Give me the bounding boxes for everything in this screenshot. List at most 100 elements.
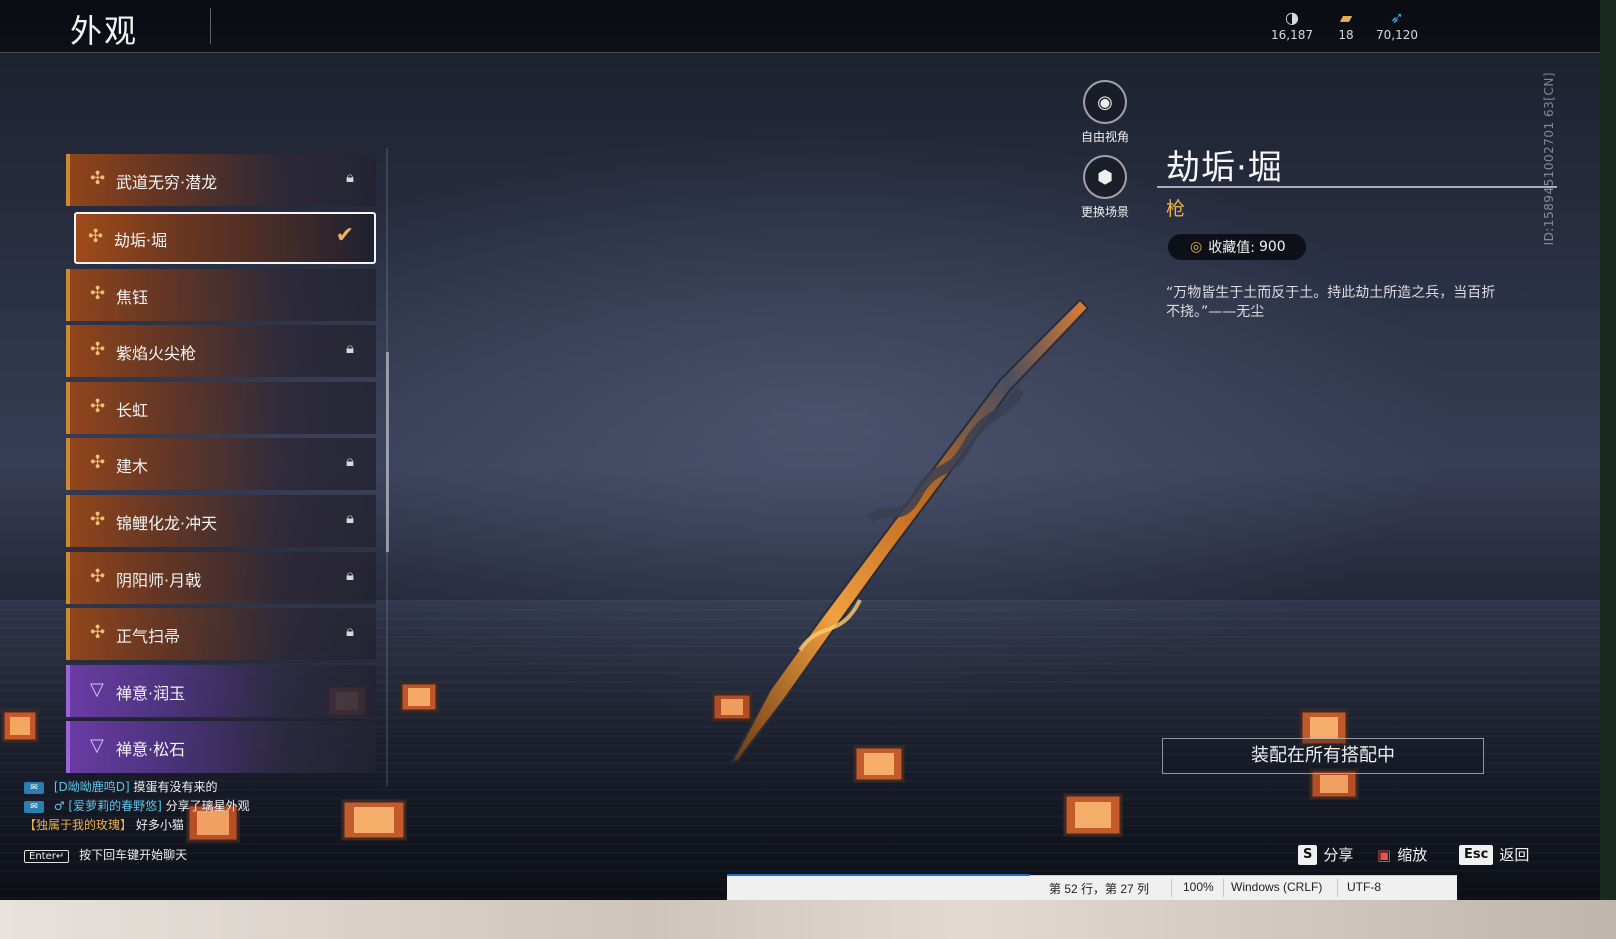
chat-message: ✉ ♂ [爱萝莉的春野悠] 分享了璃星外观	[24, 797, 250, 816]
divider	[1223, 879, 1224, 897]
share-hint[interactable]: S 分享	[1298, 844, 1353, 865]
change-scene-label: 更换场景	[1080, 205, 1129, 219]
item-label: 锦鲤化龙·冲天	[116, 514, 218, 533]
list-item[interactable]: ✣ 阴阳师·月戟 🔒︎	[66, 552, 376, 604]
chat-sender[interactable]: [爱萝莉的春野悠]	[68, 799, 161, 813]
chat-message: ✉ [D呦呦鹿鸣D] 摸蛋有没有来的	[24, 778, 250, 797]
lantern	[1063, 793, 1123, 837]
desktop-edge	[1600, 0, 1616, 900]
chat-sender[interactable]: [D呦呦鹿鸣D]	[54, 780, 130, 794]
divider	[1171, 879, 1172, 897]
zoom-level: 100%	[1183, 880, 1214, 894]
item-label: 禅意·润玉	[116, 684, 186, 703]
item-label: 紫焰火尖枪	[116, 344, 197, 363]
gold-tier-icon: ✣	[90, 168, 106, 189]
lantern	[1, 709, 39, 743]
mouse-icon: ▣	[1377, 845, 1392, 864]
zoom-hint[interactable]: ▣ 缩放	[1377, 844, 1427, 865]
cursor-position: 第 52 行，第 27 列	[1049, 882, 1150, 896]
appearance-list[interactable]: ✣ 武道无穷·潜龙 🔒︎ ✣ 劫垢·堀 ✔ ✣ 焦钰 ✣ 紫焰火尖枪 🔒︎ ✣ …	[66, 148, 382, 786]
back-hint[interactable]: Esc 返回	[1459, 844, 1529, 865]
name-underline	[1157, 186, 1557, 188]
zoom-label: 缩放	[1397, 846, 1428, 864]
cube-icon: ⬢	[1083, 155, 1127, 199]
chat-log: ✉ [D呦呦鹿鸣D] 摸蛋有没有来的 ✉ ♂ [爱萝莉的春野悠] 分享了璃星外观…	[24, 778, 250, 835]
collection-label: 收藏值:	[1208, 240, 1255, 256]
list-item[interactable]: ✣ 焦钰	[66, 269, 376, 321]
camera-icon: ◉	[1083, 80, 1127, 124]
chat-sender[interactable]: 【独属于我的玫瑰】	[24, 818, 132, 832]
lock-icon: 🔒︎	[346, 452, 354, 470]
item-type: 枪	[1166, 198, 1186, 220]
item-name: 劫垢·堀	[1166, 148, 1283, 188]
player-id: ID:1589451002701 63[CN]	[1542, 72, 1556, 246]
list-item[interactable]: ✣ 长虹	[66, 382, 376, 434]
gold-tier-icon: ✣	[90, 452, 106, 473]
enter-key-icon: Enter↵	[24, 850, 70, 863]
gold-tier-icon: ✣	[88, 226, 104, 247]
lock-icon: 🔒︎	[346, 566, 354, 584]
title-divider	[210, 8, 211, 44]
gold-tier-icon: ✣	[90, 509, 106, 530]
collection-value: 900	[1258, 239, 1286, 255]
gold-tier-icon: ✣	[90, 283, 106, 304]
status-highlight	[727, 874, 1030, 876]
collection-value-badge: ◎ 收藏值: 900	[1168, 234, 1306, 260]
lock-icon: 🔒︎	[346, 168, 354, 186]
currency-feather: ➶ 70,120	[1374, 8, 1420, 42]
desktop-background	[0, 900, 1616, 939]
chat-text: 摸蛋有没有来的	[133, 780, 218, 794]
list-scrollbar-thumb[interactable]	[386, 352, 389, 552]
chat-message: 【独属于我的玫瑰】 好多小猫	[24, 816, 250, 835]
free-view-button[interactable]: ◉ 自由视角	[1080, 80, 1130, 145]
top-bar: 外观 ◑ 16,187 ▰ 18 ➶ 70,120	[0, 0, 1600, 53]
spear-model	[729, 298, 1090, 764]
item-label: 焦钰	[116, 288, 149, 307]
gold-tier-icon: ✣	[90, 396, 106, 417]
item-label: 建木	[116, 457, 149, 476]
equip-all-button[interactable]: 装配在所有搭配中	[1162, 738, 1484, 774]
item-label: 正气扫帚	[116, 627, 181, 646]
currency-value: 70,120	[1376, 28, 1418, 42]
list-item[interactable]: ✣ 正气扫帚 🔒︎	[66, 608, 376, 660]
gender-icon: ♂	[53, 799, 65, 813]
list-item[interactable]: ✣ 锦鲤化龙·冲天 🔒︎	[66, 495, 376, 547]
lantern	[341, 799, 407, 841]
list-item[interactable]: ✣ 武道无穷·潜龙 🔒︎	[66, 154, 376, 206]
change-scene-button[interactable]: ⬢ 更换场景	[1080, 155, 1130, 220]
list-item[interactable]: ✣ 紫焰火尖枪 🔒︎	[66, 325, 376, 377]
gold-tier-icon: ✣	[90, 339, 106, 360]
channel-icon: ✉	[24, 800, 44, 813]
list-item[interactable]: ✣ 建木 🔒︎	[66, 438, 376, 490]
back-label: 返回	[1499, 846, 1530, 864]
check-icon: ✔	[335, 223, 354, 248]
purple-tier-icon: ▽	[90, 679, 104, 700]
chat-hint-text: 按下回车键开始聊天	[79, 848, 188, 862]
free-view-label: 自由视角	[1080, 130, 1129, 144]
item-label: 禅意·松石	[116, 740, 186, 759]
esc-key: Esc	[1459, 844, 1494, 865]
share-label: 分享	[1323, 846, 1354, 864]
lock-icon: 🔒︎	[346, 339, 354, 357]
purple-tier-icon: ▽	[90, 735, 104, 756]
collection-icon: ◎	[1190, 239, 1203, 255]
currency-moon: ◑ 16,187	[1270, 8, 1314, 42]
divider	[1337, 879, 1338, 897]
lantern	[399, 681, 439, 713]
item-label: 武道无穷·潜龙	[116, 173, 218, 192]
chat-text: 分享了璃星外观	[165, 799, 250, 813]
currency-value: 18	[1338, 28, 1354, 42]
game-viewport: 外观 ◑ 16,187 ▰ 18 ➶ 70,120 ✣ 武道无穷·潜龙 🔒︎ ✣…	[0, 0, 1600, 900]
list-item[interactable]: ▽ 禅意·润玉	[66, 665, 376, 717]
list-item[interactable]: ▽ 禅意·松石	[66, 721, 376, 773]
item-label: 长虹	[116, 401, 149, 420]
item-label: 劫垢·堀	[114, 231, 168, 250]
feather-icon: ➶	[1390, 8, 1404, 27]
chat-text: 好多小猫	[135, 818, 184, 832]
currency-value: 16,187	[1271, 28, 1313, 42]
lock-icon: 🔒︎	[346, 509, 354, 527]
chat-input-hint[interactable]: Enter↵ 按下回车键开始聊天	[24, 846, 187, 863]
lock-icon: 🔒︎	[346, 622, 354, 640]
line-ending: Windows (CRLF)	[1231, 880, 1323, 894]
list-item-selected[interactable]: ✣ 劫垢·堀 ✔	[74, 212, 376, 264]
